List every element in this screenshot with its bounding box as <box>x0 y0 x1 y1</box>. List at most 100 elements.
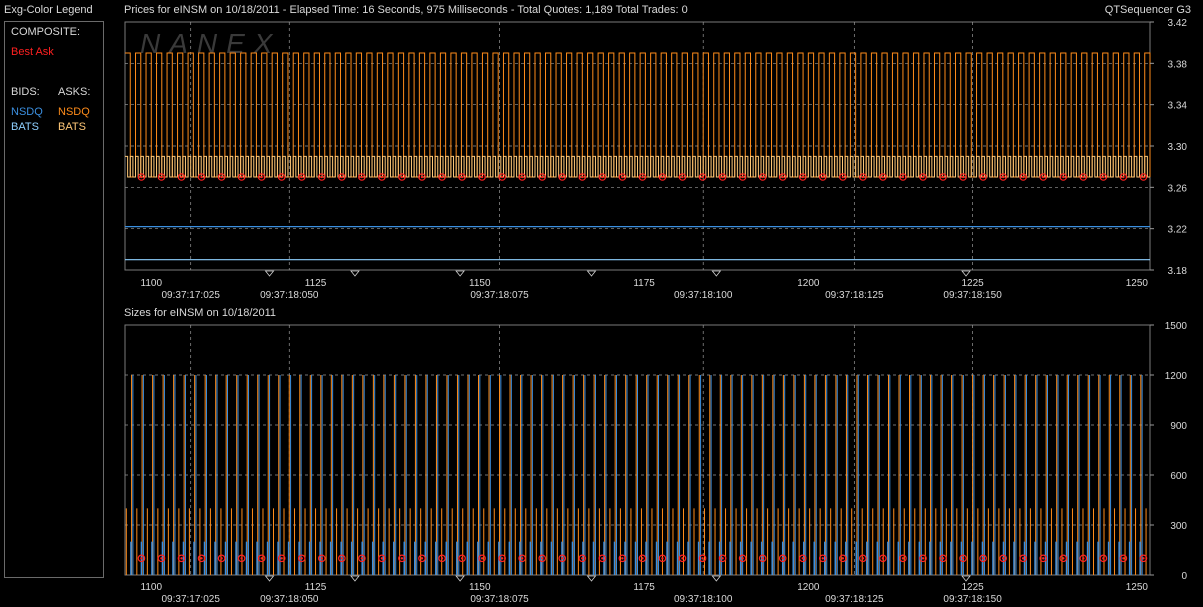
best-ask-size-marker-dot <box>460 557 464 560</box>
best-ask-marker-dot <box>761 175 764 179</box>
best-ask-marker-dot <box>460 175 464 179</box>
best-ask-marker-dot <box>961 175 965 179</box>
price-xtick-label: 1175 <box>633 278 655 289</box>
best-ask-marker-dot <box>621 175 624 179</box>
best-ask-size-marker-dot <box>400 557 404 560</box>
best-ask-marker-dot <box>520 175 524 179</box>
best-ask-marker-dot <box>440 175 444 179</box>
size-time-marker <box>455 575 465 582</box>
size-xtick-label: 1175 <box>633 582 655 593</box>
best-ask-size-marker-dot <box>661 557 664 560</box>
price-xtick-label: 1200 <box>797 278 820 289</box>
size-ytick-label: 300 <box>1170 521 1187 532</box>
price-xtick-label: 1150 <box>469 278 491 289</box>
best-ask-size-marker-dot <box>941 557 945 560</box>
best-ask-marker-dot <box>140 175 143 179</box>
best-ask-marker-dot <box>280 175 283 179</box>
best-ask-size-marker-dot <box>1122 557 1125 560</box>
best-ask-marker-dot <box>160 175 163 179</box>
size-time-label: 09:37:18:050 <box>260 594 319 605</box>
size-time-marker <box>711 575 722 582</box>
price-time-marker <box>264 270 275 277</box>
best-ask-size-marker-dot <box>240 557 243 560</box>
size-time-marker <box>350 575 360 582</box>
best-ask-marker-dot <box>260 175 263 179</box>
best-ask-size-marker-dot <box>1001 557 1005 560</box>
size-time-label: 09:37:18:125 <box>825 594 884 605</box>
best-ask-marker-dot <box>420 175 424 179</box>
price-time-marker <box>455 270 465 277</box>
best-ask-size-marker-dot <box>300 557 303 560</box>
price-ytick-label: 3.30 <box>1168 142 1188 153</box>
best-ask-marker-dot <box>641 175 644 179</box>
price-time-label: 09:37:18:050 <box>260 290 319 301</box>
best-ask-size-marker-dot <box>180 557 183 560</box>
best-ask-marker-dot <box>360 175 364 179</box>
best-ask-size-marker-dot <box>981 557 985 560</box>
price-xtick-label: 1100 <box>141 278 163 289</box>
best-ask-size-marker-dot <box>380 557 384 560</box>
best-ask-size-marker-dot <box>641 557 644 560</box>
best-ask-size-marker-dot <box>480 557 484 560</box>
best-ask-size-marker-dot <box>220 557 223 560</box>
best-ask-size-marker-dot <box>821 557 824 560</box>
price-time-marker <box>586 270 597 277</box>
best-ask-size-marker-dot <box>541 557 544 560</box>
best-ask-size-marker-dot <box>140 557 143 560</box>
size-ytick-label: 900 <box>1170 421 1187 432</box>
best-ask-marker-dot <box>701 175 704 179</box>
best-ask-marker-dot <box>741 175 744 179</box>
best-ask-marker-dot <box>941 175 945 179</box>
best-ask-size-marker-dot <box>340 557 344 560</box>
best-ask-marker-dot <box>821 175 824 179</box>
best-ask-size-marker-dot <box>1021 557 1025 560</box>
size-ytick-label: 0 <box>1181 571 1187 582</box>
best-ask-marker-dot <box>781 175 784 179</box>
best-ask-marker-dot <box>1082 175 1085 179</box>
size-ytick-label: 600 <box>1170 471 1187 482</box>
best-ask-size-marker-dot <box>681 557 684 560</box>
best-ask-marker-dot <box>841 175 845 179</box>
best-ask-marker-dot <box>1042 175 1045 179</box>
price-time-label: 09:37:18:100 <box>674 290 733 301</box>
size-xtick-label: 1125 <box>305 582 327 593</box>
best-ask-size-marker-dot <box>961 557 965 560</box>
price-ytick-label: 3.18 <box>1168 266 1188 277</box>
best-ask-size-marker-dot <box>921 557 925 560</box>
best-ask-marker-dot <box>1142 175 1145 179</box>
best-ask-marker-dot <box>1021 175 1025 179</box>
best-ask-size-marker-dot <box>200 557 203 560</box>
price-time-label: 09:37:18:125 <box>825 290 884 301</box>
price-ytick-label: 3.22 <box>1168 225 1188 236</box>
best-ask-marker-dot <box>561 175 564 179</box>
best-ask-marker-dot <box>340 175 344 179</box>
best-ask-size-marker-dot <box>1062 557 1065 560</box>
size-xtick-label: 1100 <box>141 582 163 593</box>
chart-canvas: NANEX 3.42 3.38 3.34 3.30 3.26 3.22 3.18 1100 11… <box>124 18 1188 605</box>
size-time-label: 09:37:17:025 <box>162 594 221 605</box>
size-time-label: 09:37:18:150 <box>943 594 1002 605</box>
price-xtick-label: 1250 <box>1126 278 1149 289</box>
best-ask-marker-dot <box>300 175 303 179</box>
best-ask-size-marker-dot <box>1082 557 1085 560</box>
best-ask-size-marker-dot <box>160 557 163 560</box>
best-ask-marker-dot <box>581 175 584 179</box>
size-xtick-label: 1250 <box>1126 582 1149 593</box>
best-ask-marker-dot <box>1001 175 1005 179</box>
price-time-label: 09:37:18:150 <box>943 290 1002 301</box>
size-time-label: 09:37:18:075 <box>470 594 529 605</box>
size-time-label: 09:37:18:100 <box>674 594 733 605</box>
best-ask-marker-dot <box>220 175 223 179</box>
best-ask-marker-dot <box>320 175 323 179</box>
best-ask-size-marker-dot <box>581 557 584 560</box>
best-ask-marker-dot <box>1102 175 1105 179</box>
best-ask-size-marker-dot <box>701 557 704 560</box>
best-ask-size-marker-dot <box>440 557 444 560</box>
best-ask-marker-dot <box>661 175 664 179</box>
best-ask-marker-dot <box>801 175 804 179</box>
best-ask-size-marker-dot <box>621 557 624 560</box>
best-ask-size-marker-dot <box>420 557 424 560</box>
size-ytick-label: 1500 <box>1165 321 1188 332</box>
best-ask-size-marker-dot <box>741 557 744 560</box>
best-ask-size-marker-dot <box>561 557 564 560</box>
